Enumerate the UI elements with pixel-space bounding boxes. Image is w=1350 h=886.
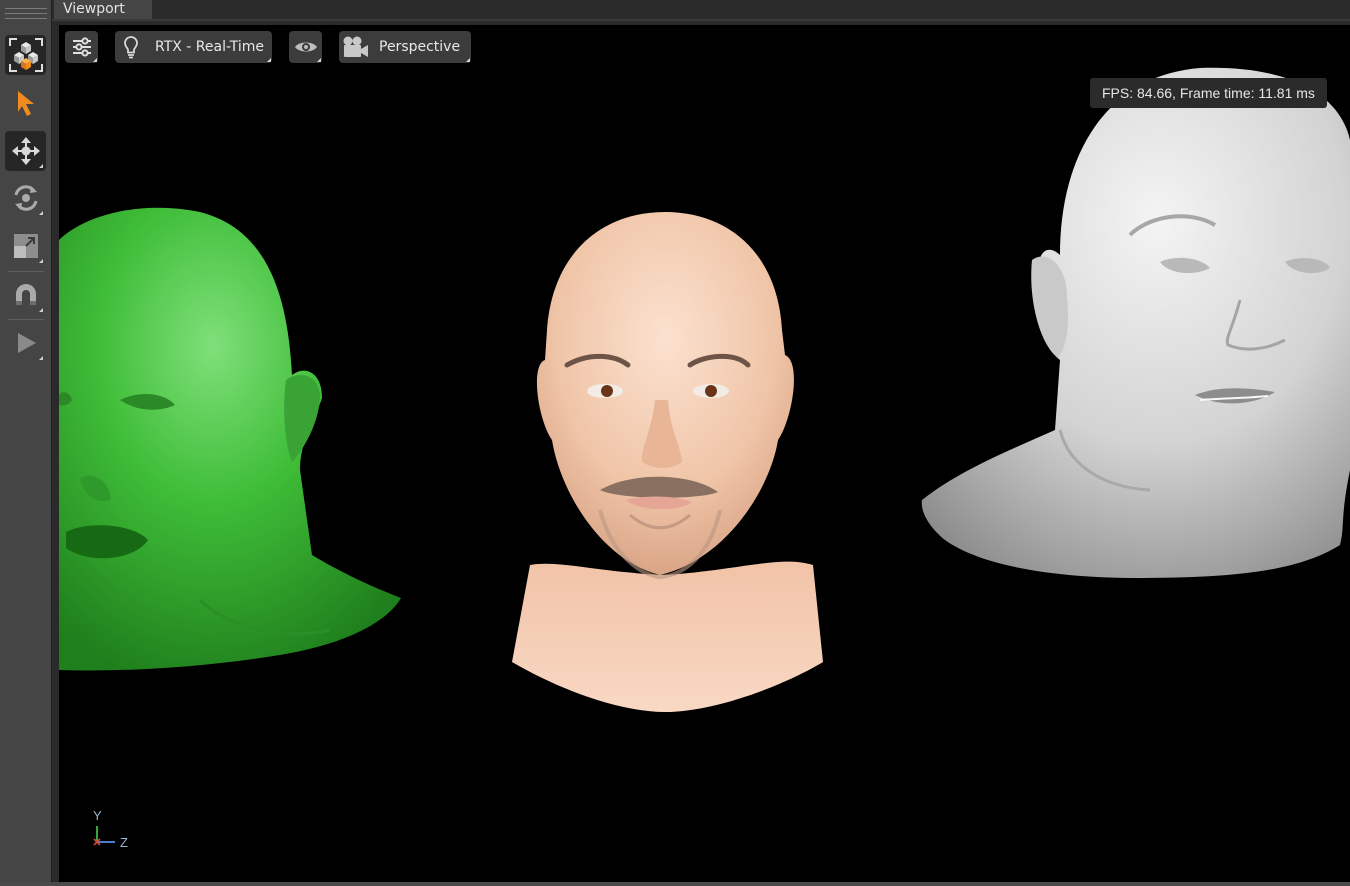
renderer-dropdown[interactable]: RTX - Real-Time <box>115 31 272 63</box>
toolbar-grip-line <box>5 18 47 19</box>
select-mode-icon <box>8 38 43 72</box>
tab-bar: Viewport <box>52 0 1350 21</box>
viewport-bottom-border <box>0 882 1350 886</box>
snap-button[interactable] <box>5 275 46 315</box>
select-mode-button[interactable] <box>5 35 46 75</box>
sliders-icon <box>65 37 98 57</box>
eye-icon <box>289 39 322 55</box>
toolbar-grip-line <box>5 8 47 9</box>
select-arrow-button[interactable] <box>5 83 46 123</box>
visibility-button[interactable] <box>289 31 322 63</box>
scale-icon <box>13 234 38 258</box>
viewport-canvas[interactable]: RTX - Real-Time Perspective FPS: 84.66, … <box>59 25 1350 882</box>
toolbar-grip-line <box>5 13 47 14</box>
green-head-model[interactable] <box>59 207 401 671</box>
camera-label: Perspective <box>379 39 461 55</box>
camera-icon <box>339 35 373 59</box>
scene-render <box>59 67 1350 712</box>
fps-overlay: FPS: 84.66, Frame time: 11.81 ms <box>1090 78 1327 108</box>
play-icon <box>17 333 36 353</box>
move-icon <box>11 137 40 165</box>
axis-gizmo: Y Z <box>89 808 139 853</box>
select-arrow-icon <box>17 91 34 116</box>
camera-dropdown[interactable]: Perspective <box>339 31 471 63</box>
rotate-icon <box>14 185 37 211</box>
move-button[interactable] <box>5 131 46 171</box>
renderer-label: RTX - Real-Time <box>155 39 265 55</box>
snap-magnet-icon <box>15 284 36 305</box>
textured-head-model[interactable] <box>512 212 823 712</box>
scale-button[interactable] <box>5 226 46 266</box>
grey-head-model[interactable] <box>921 67 1350 578</box>
tab-viewport[interactable]: Viewport <box>54 0 152 19</box>
rotate-button[interactable] <box>5 178 46 218</box>
lightbulb-icon <box>115 35 147 59</box>
play-button[interactable] <box>5 323 46 363</box>
viewport-settings-button[interactable] <box>65 31 98 63</box>
left-toolbar <box>0 0 52 886</box>
